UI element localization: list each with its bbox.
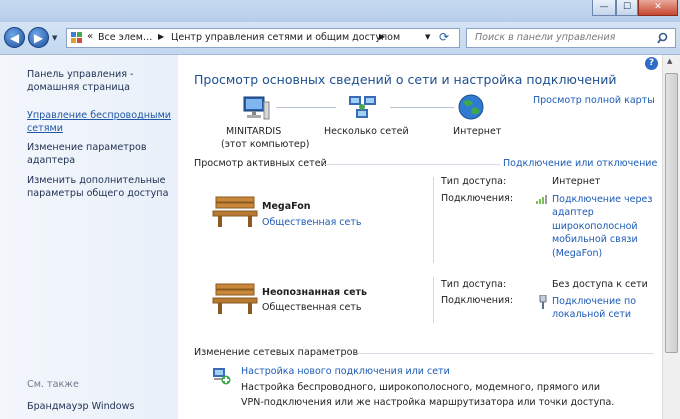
sidebar-item-label: Управление беспроводными xyxy=(27,110,172,121)
bench-icon xyxy=(212,196,258,227)
search-icon[interactable] xyxy=(657,32,669,44)
globe-icon xyxy=(458,94,484,120)
network-type: Общественная сеть xyxy=(262,302,362,313)
map-link-line xyxy=(276,107,336,108)
section-divider xyxy=(324,164,500,165)
bench-icon xyxy=(212,283,258,314)
setup-description: Настройка беспроводного, широкополосного… xyxy=(241,382,601,393)
connection-link[interactable]: Подключение по локальной сети xyxy=(552,295,636,322)
search-field[interactable]: Поиск в панели управления xyxy=(466,28,676,48)
address-toolbar: ◀ ▶ ▼ « Все элем… ▶ Центр управления сет… xyxy=(0,22,680,55)
breadcrumb-network-center[interactable]: Центр управления сетями и общим доступом xyxy=(171,32,400,43)
main-content: ? Просмотр основных сведений о сети и на… xyxy=(178,55,662,419)
setup-connection-link[interactable]: Настройка нового подключения или сети xyxy=(241,366,450,377)
sidebar-item-adapter[interactable]: Изменение параметров адаптера xyxy=(27,141,147,167)
sidebar-item-sharing[interactable]: Изменить дополнительные параметры общего… xyxy=(27,174,168,200)
access-type-label: Тип доступа: xyxy=(441,279,507,290)
connections-label: Подключения: xyxy=(441,193,514,204)
minimize-button[interactable]: — xyxy=(592,0,616,16)
ethernet-plug-icon xyxy=(539,295,547,309)
history-dropdown-icon[interactable]: ▼ xyxy=(52,34,57,42)
sidebar-item-label: адаптера xyxy=(27,155,76,166)
sidebar-item-label: параметры общего доступа xyxy=(27,188,169,199)
connection-link[interactable]: Подключение через адаптер широкополосной… xyxy=(552,193,652,260)
network-name: MegaFon xyxy=(262,201,311,212)
breadcrumb-separator-icon: « xyxy=(87,31,94,42)
sidebar-item-wireless[interactable]: Управление беспроводными сетями xyxy=(27,109,171,135)
breadcrumb-all-items[interactable]: Все элем… xyxy=(98,32,152,43)
network-type-link[interactable]: Общественная сеть xyxy=(262,217,362,228)
computer-name: MINITARDIS xyxy=(226,126,282,137)
help-icon[interactable]: ? xyxy=(645,57,658,70)
active-networks-heading: Просмотр активных сетей xyxy=(194,158,327,169)
sidebar: Панель управления - домашняя страница Уп… xyxy=(0,55,178,419)
setup-description: VPN-подключения или же настройка маршрут… xyxy=(241,397,615,408)
access-type-value: Без доступа к сети xyxy=(552,279,648,290)
full-map-link[interactable]: Просмотр полной карты xyxy=(533,95,655,106)
signal-bars-icon xyxy=(536,195,547,204)
page-title: Просмотр основных сведений о сети и наст… xyxy=(194,72,617,87)
network-name: Неопознанная сеть xyxy=(262,287,368,298)
scroll-up-icon[interactable]: ▲ xyxy=(667,57,672,65)
column-divider xyxy=(433,177,434,263)
search-input[interactable]: Поиск в панели управления xyxy=(475,32,615,43)
access-type-label: Тип доступа: xyxy=(441,176,507,187)
computer-icon xyxy=(243,96,270,120)
new-connection-icon xyxy=(213,368,231,385)
access-type-value: Интернет xyxy=(552,176,601,187)
sidebar-item-label: Изменить дополнительные xyxy=(27,175,166,186)
address-field[interactable]: « Все элем… ▶ Центр управления сетями и … xyxy=(66,28,460,48)
sidebar-item-label: домашняя страница xyxy=(27,82,131,93)
map-link-line xyxy=(390,107,454,108)
breadcrumb-chevron-icon[interactable]: ▶ xyxy=(379,32,385,41)
title-bar: — ☐ ✕ xyxy=(0,0,680,22)
column-divider xyxy=(433,277,434,323)
connections-label: Подключения: xyxy=(441,295,514,306)
sidebar-item-label: Панель управления - xyxy=(27,69,134,80)
maximize-button[interactable]: ☐ xyxy=(616,0,638,16)
computer-subtitle: (этот компьютер) xyxy=(221,139,310,150)
internet-label: Интернет xyxy=(453,126,502,137)
close-button[interactable]: ✕ xyxy=(638,0,678,16)
refresh-icon[interactable]: ⟳ xyxy=(439,30,449,44)
sidebar-item-label: сетями xyxy=(27,123,64,134)
back-button[interactable]: ◀ xyxy=(4,27,25,48)
connect-disconnect-link[interactable]: Подключение или отключение xyxy=(503,158,657,169)
change-settings-heading: Изменение сетевых параметров xyxy=(194,347,359,358)
scroll-thumb[interactable] xyxy=(665,73,678,353)
forward-button[interactable]: ▶ xyxy=(28,27,49,48)
breadcrumb-chevron-icon[interactable]: ▶ xyxy=(158,32,164,41)
control-panel-icon xyxy=(71,32,82,43)
see-also-heading: См. также xyxy=(27,379,79,390)
address-dropdown-icon[interactable]: ▼ xyxy=(425,33,430,41)
sidebar-item-label: Изменение параметров xyxy=(27,142,147,153)
sidebar-item-home[interactable]: Панель управления - домашняя страница xyxy=(27,68,134,94)
vertical-scrollbar[interactable]: ▲ xyxy=(662,55,680,419)
multiple-networks-icon xyxy=(349,96,376,118)
section-divider xyxy=(358,353,654,354)
multiple-networks-label: Несколько сетей xyxy=(324,126,409,137)
sidebar-item-firewall[interactable]: Брандмауэр Windows xyxy=(27,400,134,413)
